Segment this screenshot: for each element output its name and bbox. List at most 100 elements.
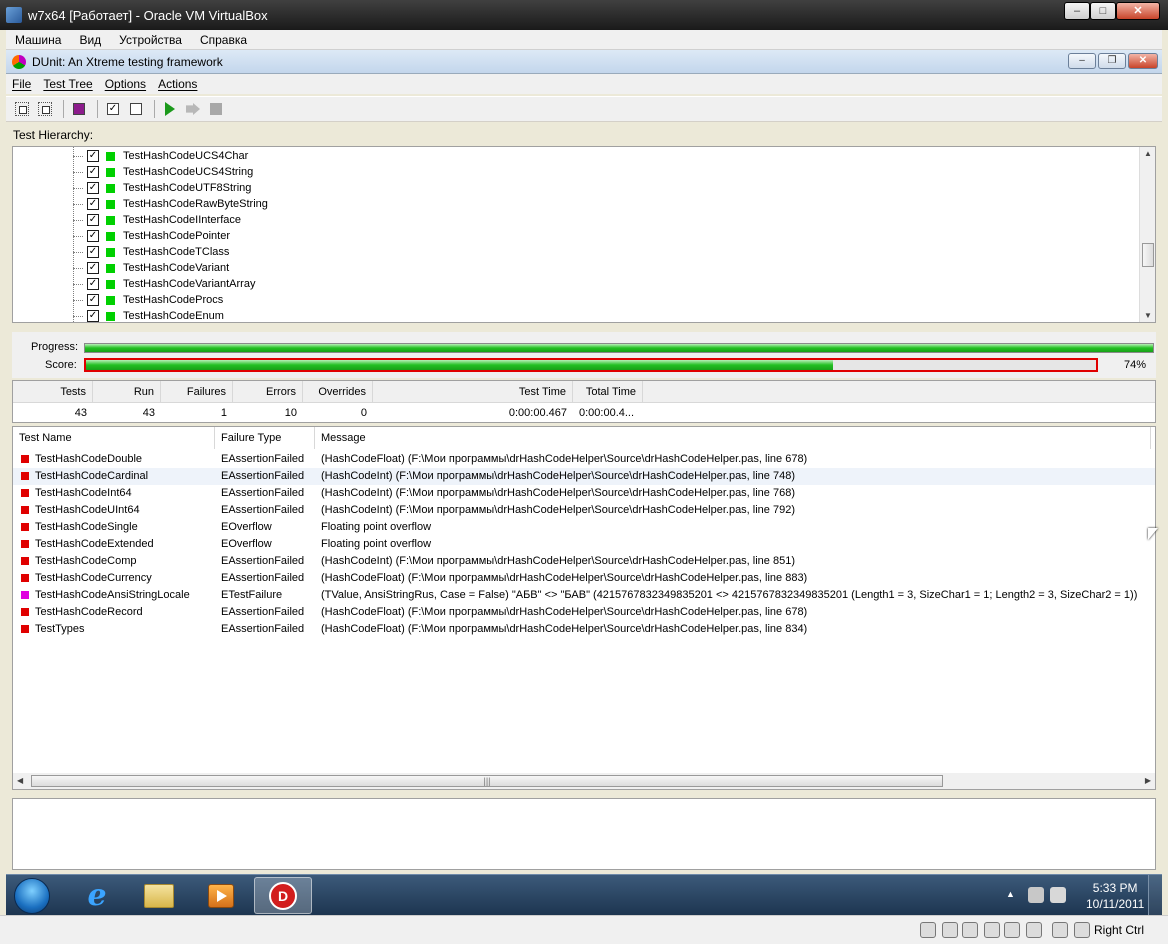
deselect-all-button[interactable] bbox=[126, 99, 146, 119]
menu-view[interactable]: Вид bbox=[70, 33, 110, 47]
tree-item-checkbox[interactable]: ✓ bbox=[87, 294, 99, 306]
failure-list-scroll-thumb[interactable]: ||| bbox=[31, 775, 943, 787]
failure-message: Floating point overflow bbox=[321, 521, 432, 533]
failure-status-icon bbox=[21, 625, 29, 633]
run-button[interactable] bbox=[160, 99, 180, 119]
stat-header-run: Run bbox=[93, 381, 161, 403]
failure-row[interactable]: TestHashCodeRecord EAssertionFailed (HashC… bbox=[13, 604, 1155, 621]
tree-item[interactable]: ✓ TestHashCodeVariant bbox=[13, 260, 229, 276]
network-icon[interactable] bbox=[1028, 887, 1044, 903]
failure-row[interactable]: TestHashCodeExtended EOverflow Floating po… bbox=[13, 536, 1155, 553]
tree-item-checkbox[interactable]: ✓ bbox=[87, 182, 99, 194]
test-hierarchy-tree[interactable]: ✓ TestHashCodeUCS4Char ✓ TestHashCodeUCS4St… bbox=[12, 146, 1156, 323]
tree-item[interactable]: ✓ TestHashCodeEnum bbox=[13, 308, 224, 322]
tree-item-checkbox[interactable]: ✓ bbox=[87, 214, 99, 226]
failure-row[interactable]: TestHashCodeComp EAssertionFailed (HashCod… bbox=[13, 553, 1155, 570]
tree-item-label: TestHashCodeEnum bbox=[123, 310, 224, 322]
vbox-menubar: Машина Вид Устройства Справка bbox=[6, 30, 1162, 50]
column-header-failure-type[interactable]: Failure Type bbox=[215, 427, 315, 449]
hard-disk-icon[interactable] bbox=[920, 922, 936, 938]
menu-help[interactable]: Справка bbox=[191, 33, 256, 47]
failure-list[interactable]: Test Name Failure Type Message TestHashC… bbox=[12, 426, 1156, 790]
tree-item[interactable]: ✓ TestHashCodeVariantArray bbox=[13, 276, 255, 292]
tree-item-checkbox[interactable]: ✓ bbox=[87, 246, 99, 258]
tree-item[interactable]: ✓ TestHashCodeUCS4Char bbox=[13, 148, 248, 164]
tree-item[interactable]: ✓ TestHashCodeUCS4String bbox=[13, 164, 253, 180]
close-button[interactable]: ✕ bbox=[1116, 2, 1160, 20]
menu-options[interactable]: Options bbox=[99, 77, 152, 91]
dunit-title-bar: DUnit: An Xtreme testing framework – ❐ ✕ bbox=[6, 50, 1162, 74]
taskbar-explorer[interactable] bbox=[130, 877, 188, 914]
failure-type: EAssertionFailed bbox=[221, 572, 305, 584]
scroll-down-icon[interactable]: ▼ bbox=[1144, 311, 1152, 320]
volume-icon[interactable] bbox=[1050, 887, 1066, 903]
select-all-button[interactable]: ✓ bbox=[103, 99, 123, 119]
system-clock[interactable]: 5:33 PM 10/11/2011 bbox=[1086, 880, 1144, 912]
failure-row[interactable]: TestHashCodeUInt64 EAssertionFailed (HashC… bbox=[13, 502, 1155, 519]
optical-drive-icon[interactable] bbox=[942, 922, 958, 938]
network-adapter-icon[interactable] bbox=[984, 922, 1000, 938]
dunit-close-button[interactable]: ✕ bbox=[1128, 53, 1158, 69]
stop-button[interactable] bbox=[206, 99, 226, 119]
tree-item-checkbox[interactable]: ✓ bbox=[87, 278, 99, 290]
menu-file[interactable]: File bbox=[6, 77, 37, 91]
maximize-button[interactable]: □ bbox=[1090, 2, 1116, 20]
menu-machine[interactable]: Машина bbox=[6, 33, 70, 47]
failure-test-name: TestHashCodeDouble bbox=[35, 453, 143, 465]
tree-item-checkbox[interactable]: ✓ bbox=[87, 166, 99, 178]
tree-item-checkbox[interactable]: ✓ bbox=[87, 150, 99, 162]
tree-item[interactable]: ✓ TestHashCodeUTF8String bbox=[13, 180, 251, 196]
run-selected-button[interactable] bbox=[183, 99, 203, 119]
floppy-icon[interactable] bbox=[962, 922, 978, 938]
tree-item-checkbox[interactable]: ✓ bbox=[87, 230, 99, 242]
test-passed-icon bbox=[106, 199, 115, 209]
test-passed-icon bbox=[106, 311, 115, 321]
failure-list-horizontal-scrollbar[interactable]: ◀ ||| ▶ bbox=[13, 773, 1155, 789]
show-hidden-icons-icon[interactable]: ▲ bbox=[1006, 889, 1015, 899]
tree-item-checkbox[interactable]: ✓ bbox=[87, 262, 99, 274]
failure-row[interactable]: TestHashCodeCurrency EAssertionFailed (Has… bbox=[13, 570, 1155, 587]
collapse-tree-button[interactable] bbox=[35, 99, 55, 119]
dunit-minimize-button[interactable]: – bbox=[1068, 53, 1096, 69]
failure-row[interactable]: TestHashCodeInt64 EAssertionFailed (HashCo… bbox=[13, 485, 1155, 502]
shared-folders-icon[interactable] bbox=[1004, 922, 1020, 938]
tree-scroll-thumb[interactable] bbox=[1142, 243, 1154, 267]
taskbar-media-player[interactable] bbox=[192, 877, 250, 914]
dunit-restore-button[interactable]: ❐ bbox=[1098, 53, 1126, 69]
error-message-box[interactable] bbox=[12, 798, 1156, 870]
scroll-up-icon[interactable]: ▲ bbox=[1144, 149, 1152, 158]
select-failed-button[interactable] bbox=[69, 99, 89, 119]
scroll-right-icon[interactable]: ▶ bbox=[1145, 776, 1151, 785]
expand-tree-button[interactable] bbox=[12, 99, 32, 119]
failure-row[interactable]: TestHashCodeDouble EAssertionFailed (HashC… bbox=[13, 451, 1155, 468]
failure-row[interactable]: TestHashCodeSingle EOverflow Floating poin… bbox=[13, 519, 1155, 536]
failure-row[interactable]: TestHashCodeCardinal EAssertionFailed (Has… bbox=[13, 468, 1155, 485]
failure-row[interactable]: TestHashCodeAnsiStringLocale ETestFailure… bbox=[13, 587, 1155, 604]
start-button[interactable] bbox=[14, 878, 50, 914]
usb-icon[interactable] bbox=[1026, 922, 1042, 938]
failure-type: EAssertionFailed bbox=[221, 606, 305, 618]
tree-item[interactable]: ✓ TestHashCodePointer bbox=[13, 228, 230, 244]
tree-item-checkbox[interactable]: ✓ bbox=[87, 198, 99, 210]
menu-test-tree[interactable]: Test Tree bbox=[37, 77, 98, 91]
scroll-left-icon[interactable]: ◀ bbox=[17, 776, 23, 785]
mouse-integration-icon[interactable] bbox=[1052, 922, 1068, 938]
taskbar-dunit[interactable]: D bbox=[254, 877, 312, 914]
tree-item[interactable]: ✓ TestHashCodeProcs bbox=[13, 292, 223, 308]
tree-vertical-scrollbar[interactable]: ▲ ▼ bbox=[1139, 147, 1155, 322]
tree-item[interactable]: ✓ TestHashCodeIInterface bbox=[13, 212, 241, 228]
taskbar-internet-explorer[interactable]: e bbox=[68, 877, 126, 914]
column-header-message[interactable]: Message bbox=[315, 427, 1151, 449]
tree-item-checkbox[interactable]: ✓ bbox=[87, 310, 99, 322]
column-header-test-name[interactable]: Test Name bbox=[13, 427, 215, 449]
tree-item-label: TestHashCodeVariant bbox=[123, 262, 230, 274]
show-desktop-button[interactable] bbox=[1148, 875, 1162, 915]
failure-row[interactable]: TestTypes EAssertionFailed (HashCodeFloat)… bbox=[13, 621, 1155, 638]
tree-item[interactable]: ✓ TestHashCodeRawByteString bbox=[13, 196, 268, 212]
menu-devices[interactable]: Устройства bbox=[110, 33, 191, 47]
guest-screen: DUnit: An Xtreme testing framework – ❐ ✕… bbox=[6, 50, 1162, 915]
test-passed-icon bbox=[106, 231, 115, 241]
menu-actions[interactable]: Actions bbox=[152, 77, 203, 91]
minimize-button[interactable]: – bbox=[1064, 2, 1090, 20]
tree-item[interactable]: ✓ TestHashCodeTClass bbox=[13, 244, 229, 260]
